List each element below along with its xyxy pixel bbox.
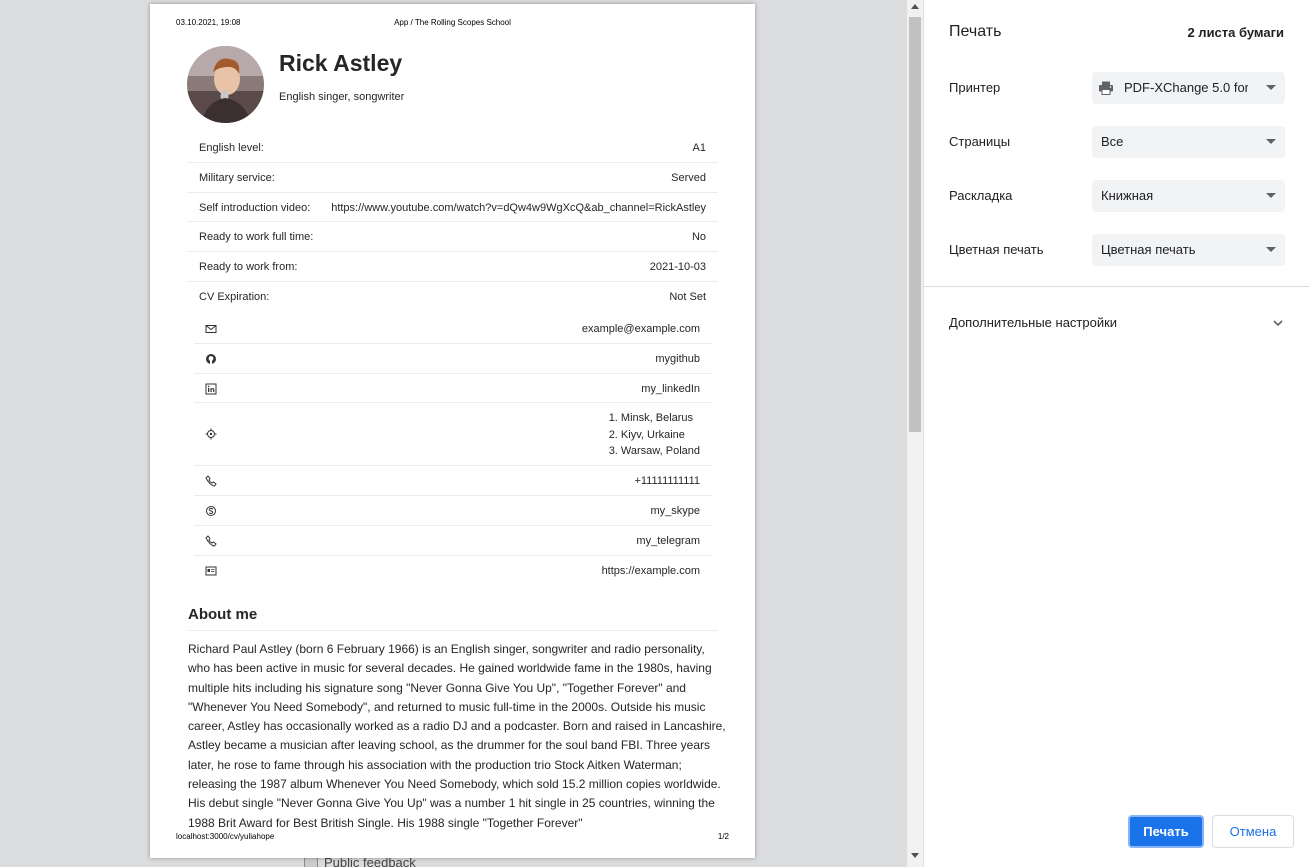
info-value: A1 <box>692 142 706 154</box>
setting-pages: Страницы Все <box>949 126 1285 158</box>
cancel-button[interactable]: Отмена <box>1212 815 1294 848</box>
contact-value: my_telegram <box>636 534 700 547</box>
info-row-work-from: Ready to work from: 2021-10-03 <box>187 252 718 282</box>
preview-scrollbar[interactable] <box>907 0 923 867</box>
info-row-video: Self introduction video: https://www.you… <box>187 193 718 223</box>
color-value: Цветная печать <box>1101 242 1196 257</box>
info-row-full-time: Ready to work full time: No <box>187 222 718 253</box>
profile-subtitle: English singer, songwriter <box>279 91 405 103</box>
contact-row-email: example@example.com <box>194 314 712 344</box>
panel-title: Печать <box>949 23 1002 40</box>
profile-header: Rick Astley English singer, songwriter <box>187 46 718 126</box>
color-label: Цветная печать <box>949 242 1044 257</box>
info-value: 2021-10-03 <box>649 261 706 274</box>
github-icon <box>206 353 216 364</box>
print-footer: localhost:3000/cv/yuliahope 1/2 <box>176 832 729 844</box>
print-preview-area[interactable]: Public feedback 03.10.2021, 19:08 App / … <box>0 0 907 867</box>
info-row-cv-expiration: CV Expiration: Not Set <box>187 282 718 312</box>
contact-value: https://example.com <box>601 564 700 577</box>
print-url: localhost:3000/cv/yuliahope <box>176 832 275 841</box>
profile-name: Rick Astley <box>279 50 403 76</box>
mail-icon <box>205 325 217 333</box>
panel-divider <box>924 286 1309 287</box>
linkedin-icon <box>205 383 217 395</box>
scroll-up-arrow-icon[interactable] <box>911 4 919 9</box>
info-label: CV Expiration: <box>199 290 270 303</box>
contact-row-linkedin: my_linkedIn <box>194 374 712 404</box>
contact-value: mygithub <box>655 352 700 365</box>
setting-layout: Раскладка Книжная <box>949 180 1285 212</box>
dropdown-arrow-icon <box>1266 193 1276 198</box>
info-label: Ready to work from: <box>199 261 298 274</box>
info-label: English level: <box>199 142 264 154</box>
info-value: Served <box>671 171 706 184</box>
info-label: Ready to work full time: <box>199 231 314 244</box>
layout-select[interactable]: Книжная <box>1092 180 1285 212</box>
chevron-down-icon <box>1273 320 1283 327</box>
about-text: Richard Paul Astley (born 6 February 196… <box>188 642 726 830</box>
dropdown-arrow-icon <box>1266 247 1276 252</box>
location-icon <box>205 428 217 440</box>
contact-value: my_linkedIn <box>641 382 700 395</box>
contact-value: example@example.com <box>581 323 700 335</box>
location-item: 2. Kiyv, Urkaine <box>608 428 685 441</box>
preview-page: 03.10.2021, 19:08 App / The Rolling Scop… <box>150 4 755 858</box>
info-row-military: Military service: Served <box>187 163 718 193</box>
more-settings-toggle[interactable]: Дополнительные настройки <box>949 304 1285 340</box>
contact-row-skype: my_skype <box>194 496 712 526</box>
layout-value: Книжная <box>1101 188 1154 203</box>
info-label: Military service: <box>199 171 275 184</box>
pages-value: Все <box>1101 134 1124 149</box>
pages-select[interactable]: Все <box>1092 126 1285 158</box>
scroll-down-arrow-icon[interactable] <box>911 853 919 858</box>
contact-value: +11111111111 <box>634 475 700 488</box>
locations-list: 1. Minsk, Belarus 2. Kiyv, Urkaine 3. Wa… <box>609 410 700 460</box>
location-item: 1. Minsk, Belarus <box>608 412 694 425</box>
telegram-icon <box>205 535 217 547</box>
printer-label: Принтер <box>949 80 1001 95</box>
pages-label: Страницы <box>949 134 1011 149</box>
dropdown-arrow-icon <box>1266 139 1276 144</box>
contact-row-github: mygithub <box>194 344 712 374</box>
info-row-english-level: English level: A1 <box>187 133 718 163</box>
setting-printer: Принтер PDF-XChange 5.0 for ABBYY FineRe… <box>949 72 1285 104</box>
printer-icon <box>1099 81 1113 95</box>
phone-icon <box>205 475 217 487</box>
scrollbar-thumb[interactable] <box>909 17 921 432</box>
location-item: 3. Warsaw, Poland <box>608 445 700 458</box>
avatar <box>187 46 264 123</box>
print-settings-panel: Печать 2 листа бумаги Принтер PDF-XChang… <box>923 0 1309 867</box>
printer-value: PDF-XChange 5.0 for ABBYY FineReader <box>1124 80 1248 95</box>
contact-row-locations: 1. Minsk, Belarus 2. Kiyv, Urkaine 3. Wa… <box>194 403 712 467</box>
website-icon <box>205 566 217 576</box>
info-value: No <box>691 231 706 244</box>
setting-color: Цветная печать Цветная печать <box>949 234 1285 266</box>
more-settings-label: Дополнительные настройки <box>949 315 1118 330</box>
contact-row-website: https://example.com <box>194 556 712 586</box>
print-button[interactable]: Печать <box>1128 815 1204 848</box>
contact-row-telegram: my_telegram <box>194 526 712 556</box>
about-heading: About me <box>188 606 258 623</box>
layout-label: Раскладка <box>949 188 1013 203</box>
print-header: 03.10.2021, 19:08 App / The Rolling Scop… <box>176 18 729 30</box>
info-value: Not Set <box>669 290 706 303</box>
dropdown-arrow-icon <box>1266 85 1276 90</box>
contact-value: my_skype <box>650 505 700 518</box>
info-value: https://www.youtube.com/watch?v=dQw4w9Wg… <box>331 201 706 214</box>
printer-select[interactable]: PDF-XChange 5.0 for ABBYY FineReader <box>1092 72 1285 104</box>
print-page-title: App / The Rolling Scopes School <box>394 18 511 27</box>
sheet-count: 2 листа бумаги <box>1187 25 1284 40</box>
print-page-number: 1/2 <box>717 832 729 841</box>
info-label: Self introduction video: <box>199 201 311 214</box>
contact-row-phone: +11111111111 <box>194 466 712 497</box>
color-select[interactable]: Цветная печать <box>1092 234 1285 266</box>
contacts-table: example@example.com mygithub my_linkedIn… <box>194 314 712 586</box>
skype-icon <box>206 506 216 517</box>
about-divider <box>188 630 718 631</box>
info-table: English level: A1 Military service: Serv… <box>187 133 718 312</box>
